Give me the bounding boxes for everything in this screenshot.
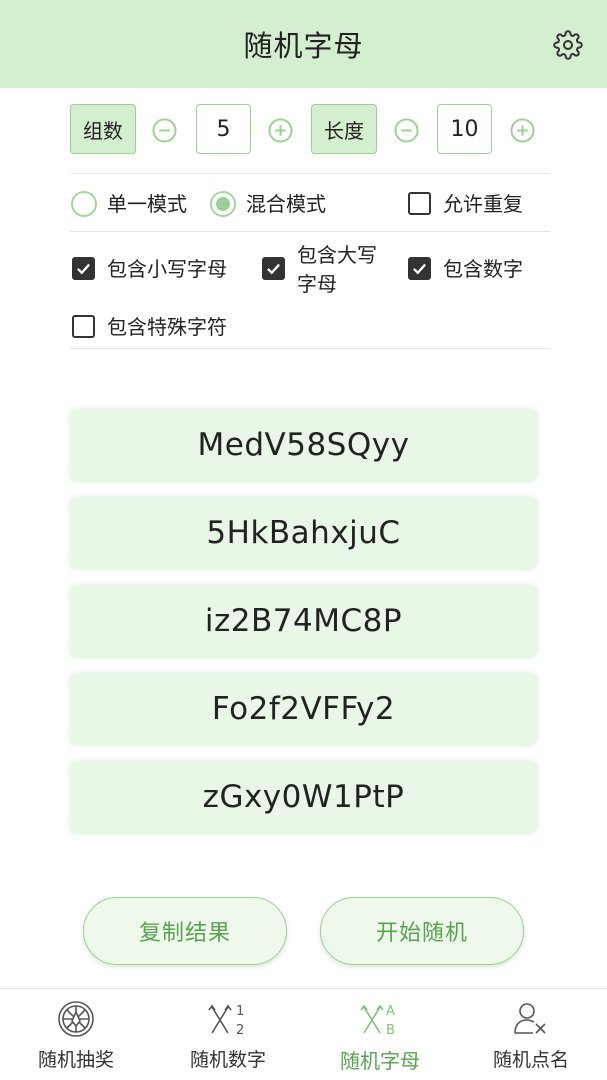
- bottom-nav: 随机抽奖 1 2 随机数字 A B 随机字母 随机点名: [0, 988, 607, 1080]
- nav-item-random-letter[interactable]: A B 随机字母: [310, 989, 450, 1080]
- nav-label: 随机数字: [189, 1049, 266, 1071]
- svg-text:1: 1: [236, 1004, 244, 1019]
- svg-text:2: 2: [236, 1023, 244, 1038]
- group-count-value[interactable]: 5: [196, 104, 251, 154]
- lowercase-checkbox[interactable]: [72, 257, 95, 280]
- app-root: 随机字母 组数 5 长度 10 单一模式 混合模式 允许重复 包含小写字母 包含…: [0, 0, 607, 1080]
- result-item: 5HkBahxjuC: [70, 497, 537, 569]
- app-header: 随机字母: [0, 0, 607, 88]
- wheel-icon: [58, 1001, 94, 1037]
- count-length-controls: 组数 5 长度 10: [70, 102, 550, 158]
- result-item: MedV58SQyy: [70, 409, 537, 481]
- nav-label: 随机字母: [340, 1049, 420, 1073]
- result-item: zGxy0W1PtP: [70, 761, 537, 833]
- uppercase-label-line1: 包含大写: [297, 243, 377, 267]
- result-item: iz2B74MC8P: [70, 585, 537, 657]
- mixed-mode-radio[interactable]: [210, 191, 236, 217]
- length-increment-button[interactable]: [510, 118, 535, 143]
- uppercase-checkbox[interactable]: [262, 257, 285, 280]
- divider: [70, 348, 550, 349]
- length-decrement-button[interactable]: [394, 118, 419, 143]
- mixed-mode-label: 混合模式: [246, 192, 326, 216]
- svg-text:B: B: [386, 1023, 395, 1038]
- uppercase-label-line2: 字母: [297, 272, 337, 296]
- group-decrement-button[interactable]: [152, 118, 177, 143]
- page-title: 随机字母: [243, 29, 364, 63]
- allow-repeat-label: 允许重复: [443, 192, 523, 216]
- digits-checkbox[interactable]: [408, 257, 431, 280]
- length-value[interactable]: 10: [437, 104, 492, 154]
- length-label: 长度: [311, 104, 377, 154]
- person-pick-icon: [514, 1003, 546, 1034]
- special-chars-checkbox[interactable]: [72, 315, 95, 338]
- shuffle-numbers-icon: 1 2: [208, 1004, 244, 1038]
- nav-item-roll-call[interactable]: 随机点名: [461, 989, 601, 1080]
- single-mode-label: 单一模式: [107, 192, 187, 216]
- single-mode-radio[interactable]: [71, 191, 97, 217]
- start-random-button[interactable]: 开始随机: [320, 897, 524, 965]
- divider: [70, 173, 550, 174]
- nav-item-random-number[interactable]: 1 2 随机数字: [158, 989, 298, 1080]
- nav-label: 随机抽奖: [37, 1049, 114, 1071]
- lowercase-label: 包含小写字母: [107, 257, 227, 281]
- gear-icon[interactable]: [553, 30, 583, 60]
- special-chars-label: 包含特殊字符: [107, 315, 227, 339]
- divider: [70, 231, 550, 232]
- allow-repeat-checkbox[interactable]: [408, 192, 431, 215]
- nav-label: 随机点名: [492, 1049, 569, 1071]
- result-item: Fo2f2VFFy2: [70, 673, 537, 745]
- shuffle-letters-icon: A B: [360, 1004, 395, 1038]
- digits-label: 包含数字: [443, 257, 523, 281]
- group-count-label: 组数: [70, 104, 136, 154]
- copy-results-button[interactable]: 复制结果: [83, 897, 287, 965]
- group-increment-button[interactable]: [268, 118, 293, 143]
- nav-item-lottery[interactable]: 随机抽奖: [6, 989, 146, 1080]
- svg-text:A: A: [386, 1004, 395, 1019]
